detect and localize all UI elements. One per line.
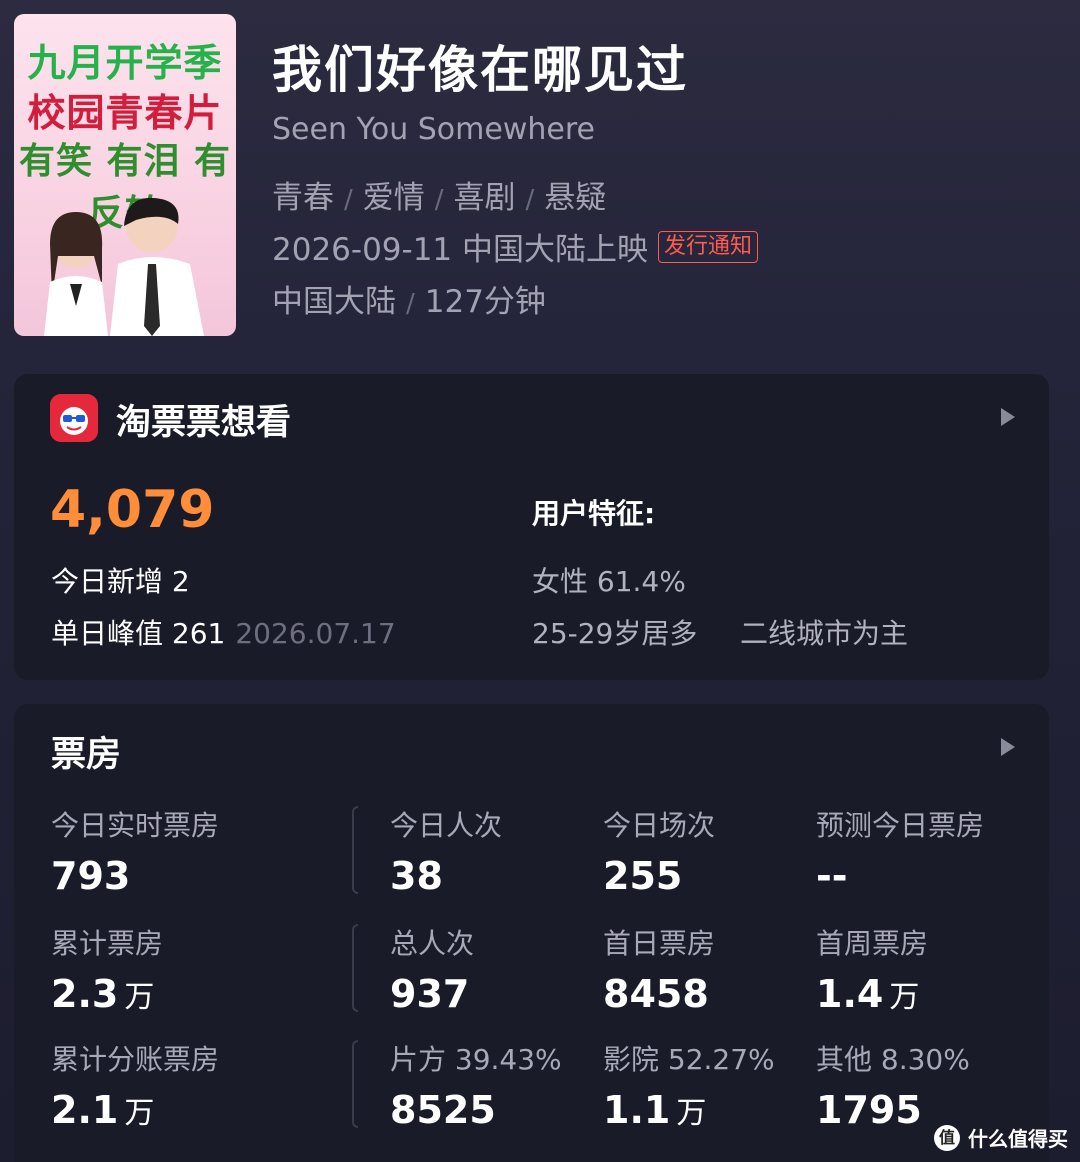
user-city: 二线城市为主 xyxy=(740,617,909,650)
genre-list: 青春 / 爱情 / 喜剧 / 悬疑 xyxy=(272,172,606,217)
watermark: 值 什么值得买 xyxy=(934,1123,1068,1152)
genre-tag: 喜剧 xyxy=(453,180,516,216)
divider xyxy=(352,806,358,894)
stat-number: 38 xyxy=(390,854,443,898)
daily-peak-date: 2026.07.17 xyxy=(235,617,396,650)
stat-value: -- xyxy=(816,854,984,898)
user-gender: 女性 61.4% xyxy=(532,565,686,598)
stat-label: 今日人次 xyxy=(390,809,503,842)
stat-label: 其他 8.30% xyxy=(816,1043,970,1076)
stat-label: 总人次 xyxy=(390,927,475,960)
taopiaopiao-logo-icon xyxy=(50,394,98,442)
stat-number: -- xyxy=(816,854,848,898)
stat-total-box-office: 累计票房 2.3 万 xyxy=(51,922,163,1016)
movie-subtitle: Seen You Somewhere xyxy=(272,112,595,147)
stat-value: 2.1 万 xyxy=(51,1088,219,1132)
stat-number: 8525 xyxy=(390,1088,496,1132)
poster-text-line1: 九月开学季 xyxy=(27,41,223,85)
stat-number: 2.3 xyxy=(51,972,119,1016)
stat-label: 首日票房 xyxy=(603,927,716,960)
movie-poster[interactable]: 九月开学季 校园青春片 有笑 有泪 有反转 xyxy=(14,14,236,336)
separator: / xyxy=(406,289,415,319)
user-age: 25-29岁居多 xyxy=(532,617,698,650)
separator: / xyxy=(525,185,535,215)
separator: / xyxy=(434,185,444,215)
stat-cinema-share: 影院 52.27% 1.1 万 xyxy=(603,1038,775,1132)
stat-number: 1795 xyxy=(816,1088,922,1132)
box-office-title: 票房 xyxy=(51,735,122,775)
stat-label: 片方 39.43% xyxy=(390,1043,562,1076)
stat-value: 1.1 万 xyxy=(603,1088,775,1132)
stat-value: 937 xyxy=(390,972,475,1016)
want-to-see-title: 淘票票想看 xyxy=(116,403,292,443)
release-info: 2026-09-11 中国大陆上映 发行通知 xyxy=(272,224,759,269)
stat-unit: 万 xyxy=(676,1096,707,1131)
daily-peak-value: 单日峰值 261 xyxy=(51,617,226,650)
stat-unit: 万 xyxy=(124,980,155,1015)
stat-number: 2.1 xyxy=(51,1088,119,1132)
stat-first-day: 首日票房 8458 xyxy=(603,922,715,1016)
stat-first-week: 首周票房 1.4 万 xyxy=(816,922,928,1016)
stat-value: 793 xyxy=(51,854,219,898)
chevron-right-icon[interactable] xyxy=(1001,408,1015,426)
stat-number: 937 xyxy=(390,972,470,1016)
stat-number: 1.1 xyxy=(603,1088,671,1132)
stat-label: 预测今日票房 xyxy=(816,809,985,842)
poster-text-line2: 校园青春片 xyxy=(27,91,223,135)
region-duration: 中国大陆 / 127分钟 xyxy=(272,276,546,321)
stat-label: 影院 52.27% xyxy=(603,1043,775,1076)
stat-value: 8458 xyxy=(603,972,715,1016)
stat-value: 1.4 万 xyxy=(816,972,928,1016)
stat-value: 8525 xyxy=(390,1088,562,1132)
want-to-see-count: 4,079 xyxy=(50,480,215,540)
stat-value: 2.3 万 xyxy=(51,972,163,1016)
stat-label: 今日场次 xyxy=(603,809,716,842)
separator: / xyxy=(344,185,353,215)
want-to-see-card[interactable]: 淘票票想看 4,079 今日新增 2 单日峰值 261 2026.07.17 用户… xyxy=(14,374,1049,680)
release-date: 2026-09-11 中国大陆上映 xyxy=(272,232,649,268)
watermark-text: 什么值得买 xyxy=(968,1127,1068,1151)
genre-tag: 爱情 xyxy=(362,180,425,216)
stat-label: 今日实时票房 xyxy=(51,809,220,842)
box-office-card[interactable]: 票房 今日实时票房 793 今日人次 38 今日场次 255 预测今日票房 --… xyxy=(14,704,1049,1162)
poster-people-illustration xyxy=(44,197,204,336)
stat-number: 1.4 xyxy=(816,972,884,1016)
stat-unit: 万 xyxy=(124,1096,155,1131)
movie-title: 我们好像在哪见过 xyxy=(272,41,688,99)
stat-number: 255 xyxy=(603,854,683,898)
stat-total-split: 累计分账票房 2.1 万 xyxy=(51,1038,219,1132)
stat-other-share: 其他 8.30% 1795 xyxy=(816,1038,970,1132)
divider xyxy=(352,924,358,1012)
stat-producer-share: 片方 39.43% 8525 xyxy=(390,1038,562,1132)
stat-number: 793 xyxy=(51,854,131,898)
smzdm-logo-icon: 值 xyxy=(934,1124,960,1151)
region: 中国大陆 xyxy=(272,284,396,320)
stat-label: 首周票房 xyxy=(816,927,929,960)
stat-number: 8458 xyxy=(603,972,709,1016)
today-new-count: 今日新增 2 xyxy=(51,565,190,598)
stat-today-screenings: 今日场次 255 xyxy=(603,804,715,898)
stat-forecast-today: 预测今日票房 -- xyxy=(816,804,984,898)
chevron-right-icon[interactable] xyxy=(1001,738,1015,756)
user-features-title: 用户特征: xyxy=(532,497,656,530)
stat-total-admissions: 总人次 937 xyxy=(390,922,475,1016)
divider xyxy=(352,1040,358,1128)
stat-unit: 万 xyxy=(889,980,920,1015)
genre-tag: 悬疑 xyxy=(544,180,607,216)
stat-today-realtime: 今日实时票房 793 xyxy=(51,804,219,898)
stat-label: 累计分账票房 xyxy=(51,1043,220,1076)
release-notice-badge[interactable]: 发行通知 xyxy=(658,230,759,263)
stat-label: 累计票房 xyxy=(51,927,164,960)
stat-today-admissions: 今日人次 38 xyxy=(390,804,502,898)
stat-value: 255 xyxy=(603,854,715,898)
stat-value: 38 xyxy=(390,854,502,898)
genre-tag: 青春 xyxy=(272,180,334,216)
duration: 127分钟 xyxy=(424,284,546,320)
daily-peak: 单日峰值 261 2026.07.17 xyxy=(51,612,396,652)
